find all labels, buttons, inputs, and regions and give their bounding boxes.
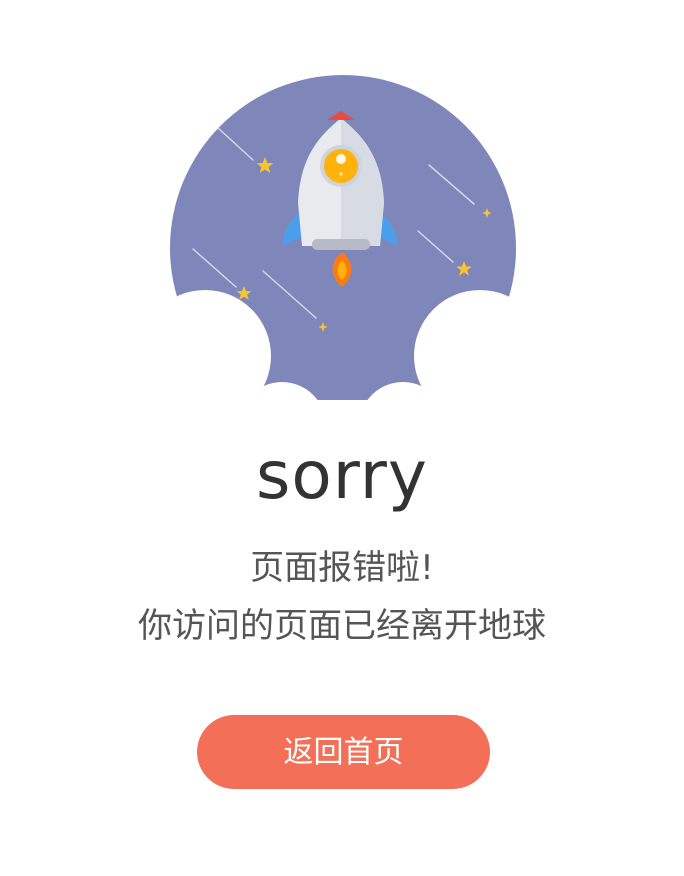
cloud-base [132,400,552,420]
rocket-window-dot [339,172,343,176]
rocket-window-shine [336,154,346,164]
back-home-button[interactable]: 返回首页 [197,715,490,789]
error-page: sorry 页面报错啦! 你访问的页面已经离开地球 返回首页 [0,0,684,876]
error-message-line2: 你访问的页面已经离开地球 [138,606,546,646]
rocket-base [312,239,370,250]
error-title: sorry [256,437,428,514]
space-illustration [132,75,552,420]
error-message-line1: 页面报错啦! [250,548,434,588]
